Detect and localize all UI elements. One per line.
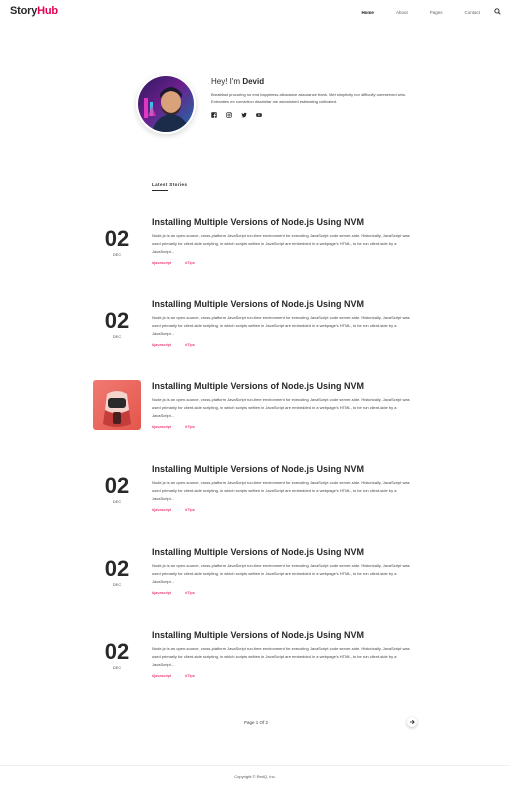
post-excerpt: Node.js is an open-source, cross-platfor… — [152, 315, 410, 336]
post-excerpt: Node.js is an open-source, cross-platfor… — [152, 646, 410, 667]
social-links — [211, 112, 411, 118]
post-card: 02 DEC Installing Multiple Versions of N… — [92, 299, 420, 359]
post-title[interactable]: Installing Multiple Versions of Node.js … — [152, 217, 417, 227]
author-greeting: Hey! I'm Devid — [211, 77, 411, 86]
copyright-text: Copyright © RedQ, Inc. — [234, 774, 276, 779]
tag-link[interactable]: #Tips — [185, 590, 195, 595]
page-indicator: Page 1 Of 2 — [244, 720, 269, 725]
nav-pages[interactable]: Pages — [430, 10, 443, 15]
avatar-image — [138, 76, 194, 132]
post-tags: #javascript #Tips — [152, 424, 417, 429]
site-header: StoryHub Home About Pages Contact — [0, 0, 510, 26]
tag-link[interactable]: #javascript — [152, 260, 171, 265]
post-card: 02 DEC Installing Multiple Versions of N… — [92, 630, 420, 690]
post-excerpt: Node.js is an open-source, cross-platfor… — [152, 233, 410, 254]
tag-link[interactable]: #javascript — [152, 507, 171, 512]
post-excerpt: Node.js is an open-source, cross-platfor… — [152, 397, 410, 418]
logo-hub: Hub — [37, 5, 58, 17]
post-title[interactable]: Installing Multiple Versions of Node.js … — [152, 464, 417, 474]
section-title: Latest Stories — [152, 182, 188, 187]
post-tags: #javascript #Tips — [152, 590, 417, 595]
author-name: Devid — [242, 77, 265, 86]
post-body: Installing Multiple Versions of Node.js … — [152, 547, 417, 595]
post-card: Installing Multiple Versions of Node.js … — [92, 380, 420, 441]
tag-link[interactable]: #Tips — [185, 507, 195, 512]
greeting-text: Hey! I'm — [211, 77, 241, 86]
post-thumbnail[interactable] — [93, 380, 141, 430]
post-tags: #javascript #Tips — [152, 342, 417, 347]
twitter-icon[interactable] — [241, 112, 247, 118]
post-body: Installing Multiple Versions of Node.js … — [152, 464, 417, 512]
author-intro: Hey! I'm Devid Breakfast procuring no en… — [136, 74, 416, 134]
tag-link[interactable]: #javascript — [152, 673, 171, 678]
post-title[interactable]: Installing Multiple Versions of Node.js … — [152, 299, 417, 309]
author-bio: Breakfast procuring no end happiness all… — [211, 92, 407, 104]
post-body: Installing Multiple Versions of Node.js … — [152, 299, 417, 347]
tag-link[interactable]: #javascript — [152, 590, 171, 595]
post-title[interactable]: Installing Multiple Versions of Node.js … — [152, 547, 417, 557]
tag-link[interactable]: #javascript — [152, 424, 171, 429]
site-logo[interactable]: StoryHub — [10, 5, 58, 17]
instagram-icon[interactable] — [226, 112, 232, 118]
post-tags: #javascript #Tips — [152, 507, 417, 512]
post-card: 02 DEC Installing Multiple Versions of N… — [92, 464, 420, 524]
section-underline — [152, 190, 168, 191]
post-tags: #javascript #Tips — [152, 673, 417, 678]
author-info: Hey! I'm Devid Breakfast procuring no en… — [211, 77, 411, 118]
post-excerpt: Node.js is an open-source, cross-platfor… — [152, 563, 410, 584]
post-day: 02 — [104, 639, 130, 664]
post-month: DEC — [112, 334, 122, 339]
post-title[interactable]: Installing Multiple Versions of Node.js … — [152, 381, 417, 391]
avatar — [136, 74, 196, 134]
post-excerpt: Node.js is an open-source, cross-platfor… — [152, 480, 410, 501]
tag-link[interactable]: #Tips — [185, 424, 195, 429]
nav-about[interactable]: About — [396, 10, 408, 15]
post-month: DEC — [112, 499, 122, 504]
arrow-right-icon — [409, 719, 415, 725]
search-icon[interactable] — [494, 8, 501, 15]
post-day: 02 — [104, 473, 130, 498]
post-body: Installing Multiple Versions of Node.js … — [152, 217, 417, 265]
tag-link[interactable]: #javascript — [152, 342, 171, 347]
tag-link[interactable]: #Tips — [185, 342, 195, 347]
latest-stories-heading: Latest Stories — [152, 182, 187, 191]
logo-story: Story — [10, 5, 38, 17]
post-body: Installing Multiple Versions of Node.js … — [152, 381, 417, 429]
post-date: 02 DEC — [92, 639, 142, 671]
post-day: 02 — [104, 556, 130, 581]
post-month: DEC — [112, 582, 122, 587]
nav-contact[interactable]: Contact — [464, 10, 480, 15]
main-nav: Home About Pages Contact — [339, 10, 480, 15]
post-tags: #javascript #Tips — [152, 260, 417, 265]
facebook-icon[interactable] — [211, 112, 217, 118]
tag-link[interactable]: #Tips — [185, 673, 195, 678]
site-footer: Copyright © RedQ, Inc. — [0, 765, 510, 788]
post-month: DEC — [112, 665, 122, 670]
post-date: 02 DEC — [92, 226, 142, 258]
post-day: 02 — [104, 308, 130, 333]
post-date: 02 DEC — [92, 308, 142, 340]
post-body: Installing Multiple Versions of Node.js … — [152, 630, 417, 678]
post-title[interactable]: Installing Multiple Versions of Node.js … — [152, 630, 417, 640]
next-page-button[interactable] — [407, 717, 417, 727]
post-date: 02 DEC — [92, 556, 142, 588]
post-date: 02 DEC — [92, 473, 142, 505]
post-month: DEC — [112, 252, 122, 257]
nav-home[interactable]: Home — [361, 10, 374, 15]
youtube-icon[interactable] — [256, 112, 262, 118]
post-card: 02 DEC Installing Multiple Versions of N… — [92, 217, 420, 277]
tag-link[interactable]: #Tips — [185, 260, 195, 265]
post-card: 02 DEC Installing Multiple Versions of N… — [92, 547, 420, 607]
post-day: 02 — [104, 226, 130, 251]
